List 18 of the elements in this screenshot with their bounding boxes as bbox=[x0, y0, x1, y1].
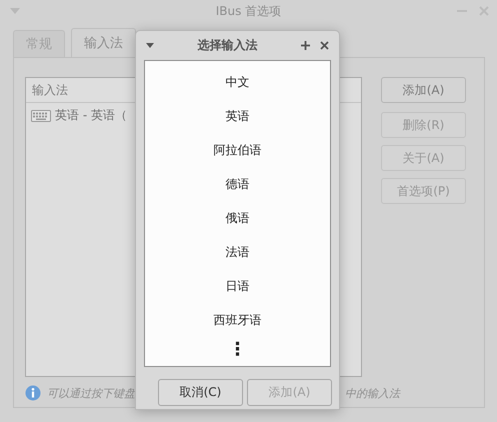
input-method-item[interactable]: 英语 - 英语（ bbox=[55, 107, 127, 124]
language-item[interactable]: 法语 bbox=[145, 235, 330, 269]
language-item[interactable]: 俄语 bbox=[145, 201, 330, 235]
keyboard-icon bbox=[31, 110, 51, 122]
dialog-button[interactable]: 取消(C) bbox=[158, 379, 243, 406]
language-item[interactable]: 德语 bbox=[145, 167, 330, 201]
menu-icon[interactable] bbox=[146, 42, 154, 48]
hint-text: 可以通过按下键盘 bbox=[47, 386, 135, 400]
plus-icon[interactable] bbox=[301, 40, 310, 50]
close-icon[interactable] bbox=[320, 40, 329, 50]
window-title: IBus 首选项 bbox=[216, 2, 282, 20]
dialog-title: 选择输入法 bbox=[196, 36, 258, 54]
hint-text: 中的输入法 bbox=[345, 386, 400, 400]
language-item[interactable]: 西班牙语 bbox=[145, 303, 330, 337]
more-indicator[interactable]: ⋮ bbox=[145, 337, 330, 363]
info-icon bbox=[25, 385, 41, 401]
language-item[interactable]: 日语 bbox=[145, 269, 330, 303]
language-item[interactable]: 阿拉伯语 bbox=[145, 133, 330, 167]
